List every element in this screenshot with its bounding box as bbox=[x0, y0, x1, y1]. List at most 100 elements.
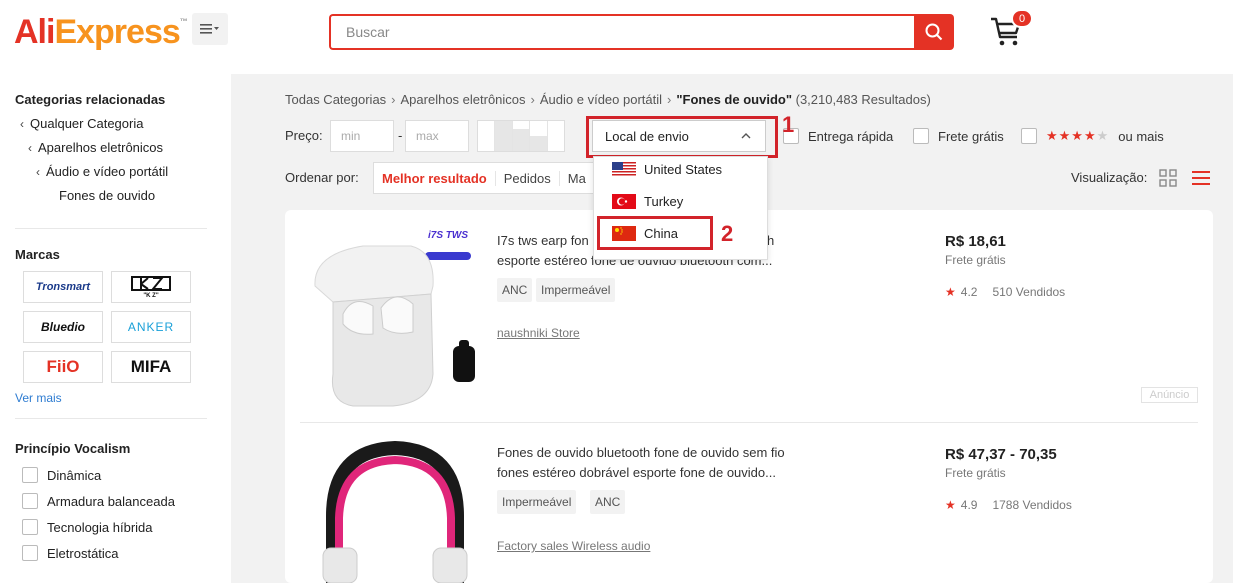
free-shipping-filter[interactable]: Frete grátis bbox=[913, 128, 1004, 144]
brand-kz[interactable]: "K Z" bbox=[111, 271, 191, 303]
sort-more[interactable]: Ma bbox=[560, 171, 594, 186]
kz-logo: "K Z" bbox=[131, 276, 171, 299]
result-count: (3,210,483 Resultados) bbox=[795, 92, 931, 107]
checkbox[interactable] bbox=[1021, 128, 1037, 144]
aliexpress-logo[interactable]: AliExpress™ bbox=[14, 13, 188, 52]
breadcrumb-item[interactable]: Aparelhos eletrônicos bbox=[401, 92, 526, 107]
product-tag: ANC bbox=[590, 490, 626, 514]
category-electronics[interactable]: ‹ Aparelhos eletrônicos bbox=[28, 140, 163, 155]
product-price: R$ 18,61 bbox=[945, 233, 1006, 250]
checkbox[interactable] bbox=[913, 128, 929, 144]
brand-label: MIFA bbox=[130, 357, 172, 376]
flag-tr-icon bbox=[612, 194, 636, 209]
search-icon bbox=[925, 23, 943, 41]
sort-options: Melhor resultado Pedidos Ma bbox=[373, 162, 595, 194]
title-line: I7s tws earp fon bbox=[497, 233, 589, 248]
logo-trademark: ™ bbox=[179, 17, 188, 26]
chevron-left-icon: ‹ bbox=[28, 140, 32, 155]
filter-label: Frete grátis bbox=[938, 128, 1004, 144]
product-tag: Impermeável bbox=[536, 278, 616, 302]
brand-fiio[interactable]: FiiO bbox=[23, 351, 103, 383]
breadcrumb-item[interactable]: Todas Categorias bbox=[285, 92, 386, 107]
category-any[interactable]: ‹ Qualquer Categoria bbox=[20, 116, 143, 131]
brand-mifa[interactable]: MIFA bbox=[111, 351, 191, 383]
checkbox[interactable] bbox=[22, 519, 38, 535]
option-label: Armadura balanceada bbox=[47, 493, 175, 509]
brand-anker[interactable]: ANKER bbox=[111, 311, 191, 343]
search-button[interactable] bbox=[914, 14, 954, 50]
brand-label: Tronsmart bbox=[35, 281, 91, 293]
sold-count: 510 Vendidos bbox=[992, 285, 1066, 299]
flag-us-icon bbox=[612, 162, 636, 177]
logo-express: Express bbox=[54, 13, 180, 51]
price-bar[interactable] bbox=[530, 121, 548, 151]
category-headphones[interactable]: Fones de ouvido bbox=[59, 188, 155, 203]
product-tag: ANC bbox=[497, 278, 533, 302]
product-badge-sub: Bluetooth Binaural Call bbox=[423, 240, 475, 246]
category-label: Qualquer Categoria bbox=[30, 116, 144, 131]
checkbox[interactable] bbox=[22, 493, 38, 509]
ship-option-united-states[interactable]: United States bbox=[612, 162, 722, 177]
category-menu-button[interactable] bbox=[192, 13, 228, 45]
brand-tronsmart[interactable]: Tronsmart bbox=[23, 271, 103, 303]
product-title[interactable]: Fones de ouvido bluetooth fone de ouvido… bbox=[497, 443, 807, 483]
vocal-option-hybrid[interactable]: Tecnologia híbrida bbox=[22, 519, 153, 535]
rating-value: 4.2 bbox=[960, 285, 978, 299]
sold-count: 1788 Vendidos bbox=[992, 498, 1072, 512]
menu-icon bbox=[200, 24, 219, 34]
brand-bluedio[interactable]: Bluedio bbox=[23, 311, 103, 343]
price-min-input[interactable]: min bbox=[330, 120, 394, 152]
logo-ali: Ali bbox=[14, 13, 55, 51]
header: AliExpress™ Buscar 0 bbox=[0, 0, 1233, 74]
brand-label: FiiO bbox=[46, 357, 80, 376]
brand-label: Bluedio bbox=[41, 320, 85, 334]
breadcrumb-item[interactable]: Áudio e vídeo portátil bbox=[540, 92, 662, 107]
brands-title: Marcas bbox=[15, 247, 60, 262]
sort-orders[interactable]: Pedidos bbox=[496, 170, 560, 186]
sort-best-match[interactable]: Melhor resultado bbox=[374, 170, 496, 186]
grid-view-icon[interactable] bbox=[1159, 169, 1177, 187]
product-image[interactable] bbox=[303, 224, 481, 408]
title-line: Fones de ouvido bluetooth fone de ouvido… bbox=[497, 445, 785, 460]
svg-text:"K Z": "K Z" bbox=[143, 293, 159, 299]
checkbox[interactable] bbox=[22, 467, 38, 483]
ad-badge: Anúncio bbox=[1141, 387, 1198, 403]
annotation-box-1 bbox=[586, 116, 778, 158]
rating-filter[interactable]: ★★★★★ ou mais bbox=[1021, 128, 1164, 144]
breadcrumb: Todas Categorias › Aparelhos eletrônicos › Á… bbox=[285, 92, 931, 107]
see-more-brands-link[interactable]: Ver mais bbox=[15, 391, 62, 405]
vocal-option-balanced[interactable]: Armadura balanceada bbox=[22, 493, 175, 509]
store-link[interactable]: naushniki Store bbox=[497, 326, 580, 340]
price-max-input[interactable]: max bbox=[405, 120, 469, 152]
category-label: Fones de ouvido bbox=[59, 188, 156, 203]
price-dash: - bbox=[398, 128, 403, 143]
price-bar[interactable] bbox=[548, 121, 564, 151]
search-input[interactable]: Buscar bbox=[329, 14, 915, 50]
title-line-end: h bbox=[767, 233, 775, 248]
fast-delivery-filter[interactable]: Entrega rápida bbox=[783, 128, 893, 144]
price-label: Preço: bbox=[285, 128, 323, 143]
price-bar[interactable] bbox=[478, 121, 496, 151]
chevron-left-icon: ‹ bbox=[20, 116, 24, 131]
product-list: i7S TWS Bluetooth Binaural Call I7s tws … bbox=[285, 210, 1213, 583]
price-bar[interactable] bbox=[495, 121, 513, 151]
star-icon: ★★★★★ bbox=[1046, 128, 1110, 143]
vocalism-title: Princípio Vocalism bbox=[15, 441, 131, 456]
cart-count-badge: 0 bbox=[1011, 9, 1033, 28]
checkbox[interactable] bbox=[22, 545, 38, 561]
chevron-right-icon: › bbox=[530, 92, 535, 107]
list-view-icon[interactable] bbox=[1191, 169, 1211, 187]
store-link[interactable]: Factory sales Wireless audio bbox=[497, 539, 650, 553]
vocal-option-dynamic[interactable]: Dinâmica bbox=[22, 467, 101, 483]
divider bbox=[15, 228, 207, 229]
product-image[interactable] bbox=[315, 436, 475, 583]
vocal-option-electrostatic[interactable]: Eletrostática bbox=[22, 545, 119, 561]
category-portable-audio[interactable]: ‹ Áudio e vídeo portátil bbox=[36, 164, 168, 179]
shipping-info: Frete grátis bbox=[945, 253, 1006, 267]
ship-option-turkey[interactable]: Turkey bbox=[612, 194, 683, 209]
chevron-right-icon: › bbox=[391, 92, 396, 107]
main-content: Todas Categorias › Aparelhos eletrônicos › Á… bbox=[231, 74, 1233, 583]
price-bar[interactable] bbox=[512, 121, 531, 151]
star-icon: ★ bbox=[945, 498, 956, 512]
price-range-histogram[interactable] bbox=[477, 120, 565, 152]
